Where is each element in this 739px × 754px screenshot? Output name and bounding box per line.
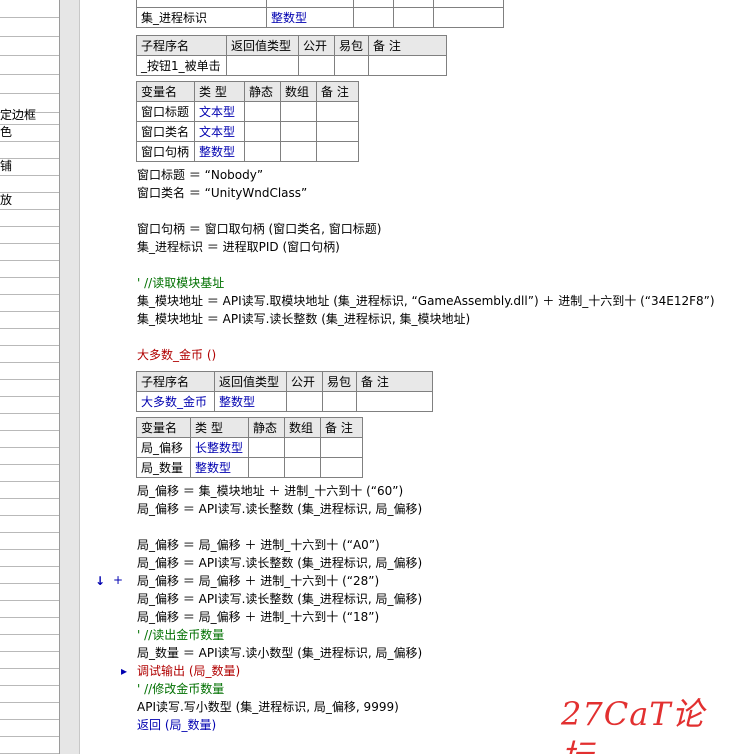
subroutine-name[interactable]: 大多数_金币 [136, 391, 215, 412]
property-row[interactable] [0, 532, 59, 550]
property-row[interactable] [0, 668, 59, 686]
property-row[interactable] [0, 345, 59, 363]
property-row[interactable] [0, 76, 59, 94]
code-line[interactable]: 集_模块地址 ＝ API读写.读长整数 (集_进程标识, 集_模块地址) [137, 310, 470, 328]
property-row[interactable] [0, 481, 59, 499]
property-row[interactable] [0, 566, 59, 584]
property-row[interactable] [0, 702, 59, 720]
marker-area: ↓ + ▸ [81, 0, 131, 754]
code-line[interactable]: 窗口类名 ＝ “UnityWndClass” [137, 184, 307, 202]
code-line-debug[interactable]: 调试输出 (局_数量) [137, 662, 240, 680]
property-row[interactable] [0, 396, 59, 414]
subroutine-table-2: 子程序名 返回值类型 公开 易包 备 注 大多数_金币 整数型 [136, 371, 433, 412]
property-row[interactable] [0, 413, 59, 431]
property-row[interactable] [0, 260, 59, 278]
code-line[interactable]: 局_偏移 ＝ 集_模块地址 ＋ 进制_十六到十 (“60”) [137, 482, 403, 500]
code-line-call[interactable]: 大多数_金币 () [137, 346, 216, 364]
property-row[interactable] [0, 328, 59, 346]
var-name[interactable]: 窗口句柄 [136, 141, 195, 162]
arrow-down-icon[interactable]: ↓ [95, 574, 105, 588]
property-row[interactable] [0, 226, 59, 244]
code-line[interactable]: 窗口标题 ＝ “Nobody” [137, 166, 263, 184]
plus-icon[interactable]: + [113, 573, 123, 587]
property-row[interactable] [0, 498, 59, 516]
code-line[interactable]: API读写.写小数型 (集_进程标识, 局_偏移, 9999) [137, 698, 399, 716]
property-row-border[interactable]: 定边框 [0, 107, 59, 125]
breakpoint-arrow-icon[interactable]: ▸ [121, 664, 127, 678]
property-row[interactable] [0, 736, 59, 754]
property-row[interactable] [0, 243, 59, 261]
col-public: 公开 [298, 35, 335, 56]
subroutine-name[interactable]: _按钮1_被单击 [136, 55, 227, 76]
property-row[interactable] [0, 464, 59, 482]
code-line[interactable]: 局_偏移 ＝ API读写.读长整数 (集_进程标识, 局_偏移) [137, 554, 422, 572]
property-row[interactable] [0, 311, 59, 329]
property-row[interactable] [0, 600, 59, 618]
property-row[interactable] [0, 617, 59, 635]
col-epkg: 易包 [334, 35, 369, 56]
property-row[interactable] [0, 38, 59, 56]
code-comment[interactable]: ' //修改金币数量 [137, 680, 224, 698]
local-var-table-2: 变量名 类 型 静态 数组 备 注 局_偏移 长整数型 局_数量 整数型 [136, 417, 363, 478]
property-row[interactable] [0, 685, 59, 703]
var-name[interactable]: 局_偏移 [136, 437, 191, 458]
property-row[interactable] [0, 651, 59, 669]
global-var-type[interactable]: 整数型 [266, 7, 354, 28]
local-var-table: 变量名 类 型 静态 数组 备 注 窗口标题 文本型 窗口类名 文本型 窗口句柄… [136, 81, 359, 162]
code-line[interactable]: 局_偏移 ＝ 局_偏移 ＋ 进制_十六到十 (“A0”) [137, 536, 380, 554]
col-return-type: 返回值类型 [226, 35, 299, 56]
property-panel: 定边框 色 铺 放 [0, 0, 60, 754]
property-row[interactable] [0, 209, 59, 227]
code-line[interactable]: 局_偏移 ＝ API读写.读长整数 (集_进程标识, 局_偏移) [137, 500, 422, 518]
global-var-name[interactable]: 集_进程标识 [136, 7, 267, 28]
property-row[interactable] [0, 19, 59, 37]
property-row-place[interactable]: 放 [0, 192, 59, 210]
code-line[interactable]: 集_进程标识 ＝ 进程取PID (窗口句柄) [137, 238, 340, 256]
code-editor[interactable]: 集_进程标识 整数型 子程序名 返回值类型 公开 易包 备 注 _按钮1_被单击… [131, 0, 739, 754]
code-line-current[interactable]: 局_偏移 ＝ 局_偏移 ＋ 进制_十六到十 (“28”) [137, 572, 379, 590]
property-row[interactable] [0, 379, 59, 397]
code-line[interactable]: 局_数量 ＝ API读写.读小数型 (集_进程标识, 局_偏移) [137, 644, 422, 662]
code-comment[interactable]: ' //读取模块基址 [137, 274, 224, 292]
code-line[interactable]: 局_偏移 ＝ API读写.读长整数 (集_进程标识, 局_偏移) [137, 590, 422, 608]
editor-gutter [60, 0, 80, 754]
property-row[interactable] [0, 57, 59, 75]
property-row[interactable] [0, 515, 59, 533]
property-row[interactable] [0, 583, 59, 601]
subroutine-table: 子程序名 返回值类型 公开 易包 备 注 _按钮1_被单击 [136, 35, 447, 76]
var-name[interactable]: 局_数量 [136, 457, 191, 478]
var-type[interactable]: 整数型 [194, 141, 245, 162]
var-type[interactable]: 整数型 [190, 457, 249, 478]
col-subname: 子程序名 [136, 35, 227, 56]
property-row[interactable] [0, 719, 59, 737]
var-name[interactable]: 窗口标题 [136, 101, 195, 122]
code-line[interactable]: 窗口句柄 ＝ 窗口取句柄 (窗口类名, 窗口标题) [137, 220, 381, 238]
property-row[interactable] [0, 430, 59, 448]
code-line[interactable]: 集_模块地址 ＝ API读写.取模块地址 (集_进程标识, “GameAssem… [137, 292, 715, 310]
property-row[interactable] [0, 141, 59, 159]
property-row[interactable] [0, 447, 59, 465]
property-row[interactable] [0, 277, 59, 295]
property-row[interactable] [0, 549, 59, 567]
property-row[interactable] [0, 175, 59, 193]
property-row[interactable] [0, 0, 59, 18]
var-type[interactable]: 长整数型 [190, 437, 249, 458]
watermark-logo: 27CaT论坛 [561, 695, 705, 754]
subroutine-return-type[interactable]: 整数型 [214, 391, 287, 412]
code-line-return[interactable]: 返回 (局_数量) [137, 716, 216, 734]
var-name[interactable]: 窗口类名 [136, 121, 195, 142]
property-row[interactable] [0, 294, 59, 312]
var-type[interactable]: 文本型 [194, 101, 245, 122]
property-row[interactable] [0, 362, 59, 380]
var-type[interactable]: 文本型 [194, 121, 245, 142]
property-row-color[interactable]: 色 [0, 124, 59, 142]
code-line[interactable]: 局_偏移 ＝ 局_偏移 ＋ 进制_十六到十 (“18”) [137, 608, 379, 626]
global-var-table: 集_进程标识 整数型 [136, 0, 504, 28]
col-note: 备 注 [368, 35, 447, 56]
property-row-tile[interactable]: 铺 [0, 158, 59, 176]
code-comment[interactable]: ' //读出金币数量 [137, 626, 224, 644]
property-row[interactable] [0, 634, 59, 652]
